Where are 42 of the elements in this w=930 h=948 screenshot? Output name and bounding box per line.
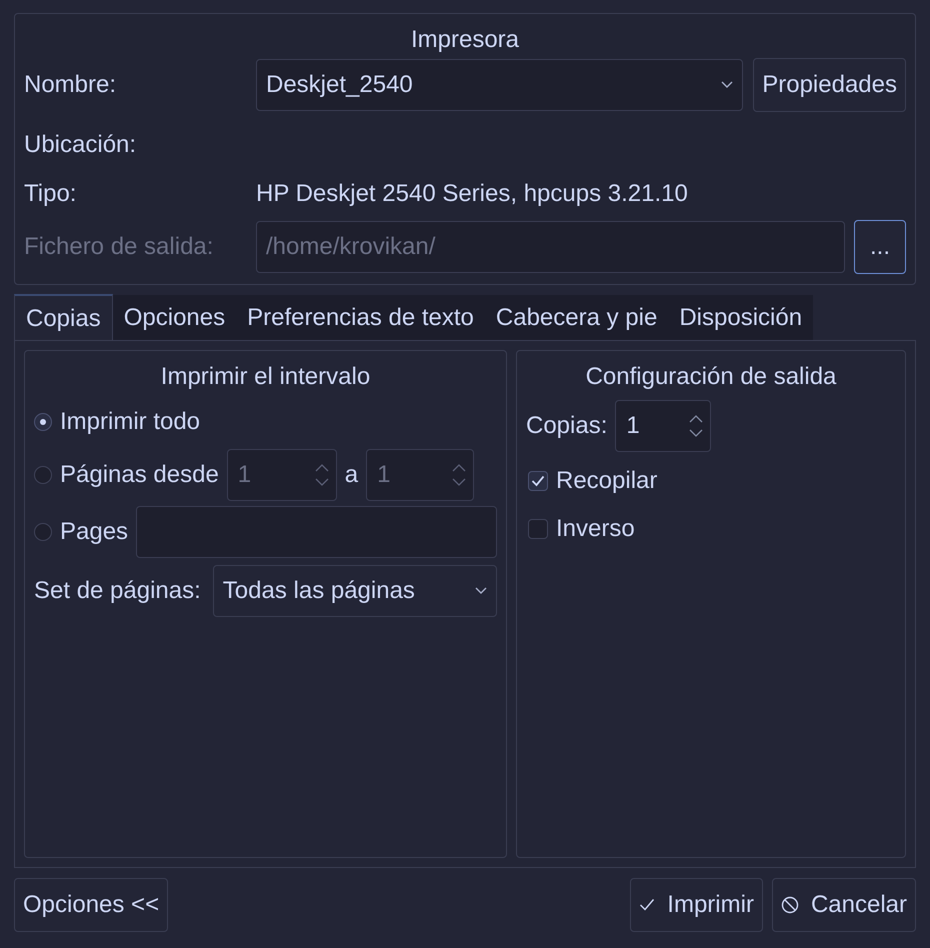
radio-button[interactable]	[34, 523, 52, 541]
options-toggle-button[interactable]: Opciones <<	[14, 878, 168, 932]
checkbox[interactable]	[528, 471, 548, 491]
copies-spin-field[interactable]: 1	[615, 400, 712, 452]
field-value: HP Deskjet 2540 Series, hpcups 3.21.10	[256, 179, 688, 209]
checkbox-label[interactable]: Recopilar	[556, 463, 658, 499]
tab[interactable]: Preferencias de texto	[236, 295, 485, 341]
cancel-button[interactable]: Cancelar	[772, 878, 916, 932]
field-label: Ubicación:	[24, 130, 136, 160]
radio-button[interactable]	[34, 466, 52, 484]
properties-button[interactable]: Propiedades	[753, 58, 906, 112]
dropdown-caret-icon	[475, 587, 487, 595]
page-set-dropdown[interactable]: Todas las páginas	[212, 565, 497, 617]
group-title: Configuración de salida	[584, 362, 838, 392]
check-icon	[531, 475, 545, 487]
tab[interactable]: Copias	[14, 294, 113, 341]
option-label[interactable]: Páginas desde	[60, 457, 219, 493]
tab[interactable]: Cabecera y pie	[484, 295, 668, 341]
spin-arrows-icon	[688, 413, 704, 439]
field-label: Copias:	[526, 411, 608, 441]
range-separator: a	[344, 460, 358, 490]
group-title: Impresora	[410, 25, 520, 55]
tab[interactable]: Opciones	[112, 295, 236, 341]
option-label[interactable]: Pages	[60, 514, 128, 550]
checkbox[interactable]	[528, 519, 548, 539]
cancel-icon	[780, 896, 799, 914]
field-label: Set de páginas:	[34, 576, 201, 606]
dropdown-caret-icon	[721, 81, 734, 89]
group-title: Imprimir el intervalo	[160, 362, 372, 392]
field-label: Nombre:	[24, 70, 118, 100]
field-label: Fichero de salida:	[24, 232, 214, 262]
spin-arrows-icon	[314, 462, 330, 488]
printer-dropdown[interactable]: Deskjet_2540	[256, 59, 744, 111]
option-label[interactable]: Imprimir todo	[60, 404, 200, 440]
field-label: Tipo:	[24, 179, 78, 209]
tab[interactable]: Disposición	[668, 295, 814, 341]
radio-button[interactable]	[34, 413, 52, 431]
spin-arrows-icon	[451, 462, 468, 488]
check-icon	[639, 898, 656, 912]
print-button[interactable]: Imprimir	[630, 878, 763, 932]
checkbox-label[interactable]: Inverso	[556, 511, 635, 547]
browse-button[interactable]: ...	[854, 220, 906, 274]
